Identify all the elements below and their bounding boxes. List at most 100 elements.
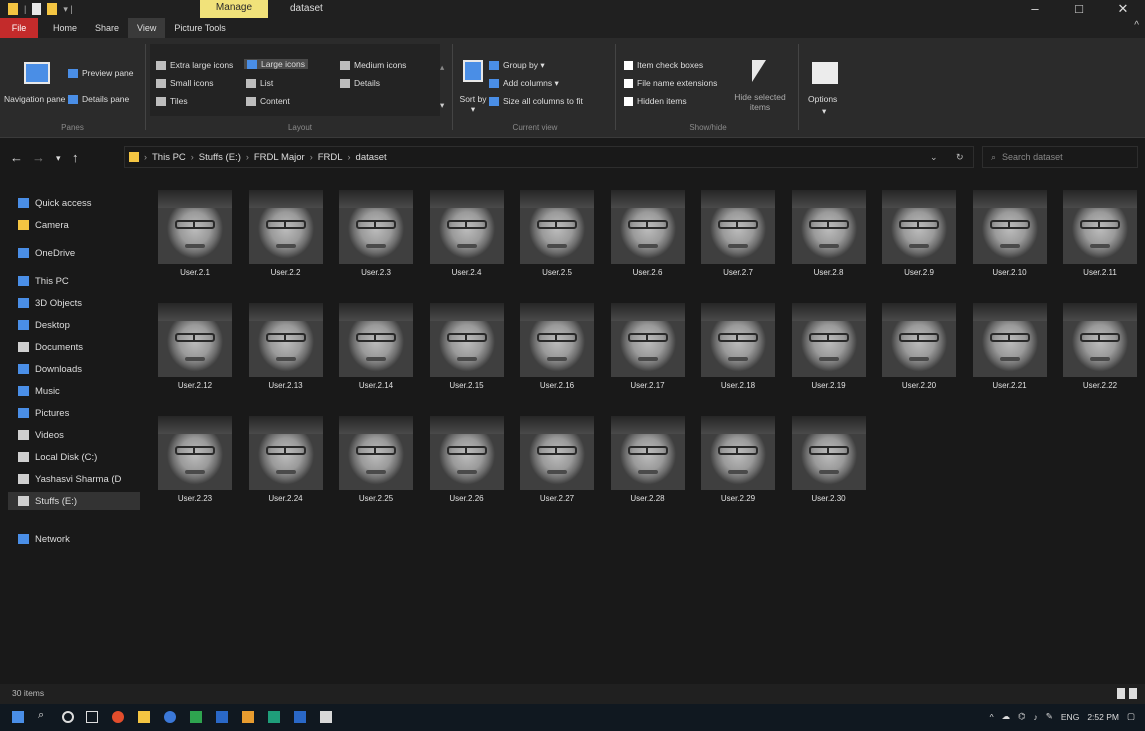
item-checkboxes-toggle[interactable]: Item check boxes <box>624 60 703 70</box>
close-button[interactable]: ✕ <box>1101 0 1145 18</box>
file-item[interactable]: User.2.9 <box>878 184 960 296</box>
task-view-icon[interactable] <box>86 711 98 723</box>
add-columns-button[interactable]: Add columns ▾ <box>489 78 559 89</box>
file-item[interactable]: User.2.22 <box>1059 297 1141 409</box>
file-item[interactable]: User.2.19 <box>788 297 870 409</box>
file-item[interactable]: User.2.11 <box>1059 184 1141 296</box>
up-arrow-icon[interactable]: ↑ <box>72 150 79 165</box>
details-view-icon[interactable] <box>1117 688 1125 699</box>
file-item[interactable]: User.2.6 <box>607 184 689 296</box>
group-by-button[interactable]: Group by ▾ <box>489 60 545 71</box>
details-option[interactable]: Details <box>340 78 380 88</box>
file-item[interactable]: User.2.30 <box>788 410 870 522</box>
breadcrumb-frdl-major[interactable]: FRDL Major <box>254 152 305 163</box>
options-icon[interactable] <box>812 62 838 84</box>
tab-file[interactable]: File <box>0 18 38 38</box>
file-item[interactable]: User.2.3 <box>335 184 417 296</box>
recent-locations-icon[interactable]: ▾ <box>56 153 61 164</box>
chevron-up-icon[interactable]: ^ <box>1134 20 1139 31</box>
navigation-pane-button[interactable]: Navigation pane ▾ <box>0 94 76 105</box>
hide-selected-button[interactable]: Hide selected items <box>730 92 790 112</box>
refresh-icon[interactable]: ↻ <box>956 152 964 163</box>
nav-item[interactable]: Stuffs (E:) <box>8 492 140 510</box>
file-item[interactable]: User.2.23 <box>154 410 236 522</box>
file-item[interactable]: User.2.18 <box>697 297 779 409</box>
file-item[interactable]: User.2.4 <box>426 184 508 296</box>
new-folder-icon[interactable] <box>47 3 58 15</box>
file-item[interactable]: User.2.10 <box>969 184 1051 296</box>
hidden-items-toggle[interactable]: Hidden items <box>624 96 687 106</box>
app-icon[interactable] <box>268 711 280 723</box>
search-input[interactable]: ⌕ Search dataset <box>982 146 1138 168</box>
breadcrumb-frdl[interactable]: FRDL <box>318 152 343 163</box>
back-arrow-icon[interactable]: ← <box>10 150 23 165</box>
file-item[interactable]: User.2.27 <box>516 410 598 522</box>
edge-icon[interactable] <box>164 711 176 723</box>
onedrive-icon[interactable]: ☁ <box>1002 711 1011 722</box>
nav-item[interactable]: This PC <box>18 272 138 290</box>
size-columns-button[interactable]: Size all columns to fit <box>489 96 583 106</box>
more-layouts-icon[interactable]: ▾ <box>440 100 444 111</box>
nav-item[interactable]: Pictures <box>18 404 138 422</box>
volume-icon[interactable]: ♪ <box>1034 712 1038 722</box>
maximize-button[interactable]: □ <box>1057 0 1101 18</box>
tab-share[interactable]: Share <box>86 18 128 38</box>
file-item[interactable]: User.2.12 <box>154 297 236 409</box>
small-icons-option[interactable]: Small icons <box>156 78 213 88</box>
nav-item[interactable]: Desktop <box>18 316 138 334</box>
sort-by-icon[interactable] <box>463 60 483 82</box>
properties-icon[interactable] <box>32 3 42 15</box>
nav-item[interactable]: Documents <box>18 338 138 356</box>
tab-picture-tools[interactable]: Picture Tools <box>165 18 234 38</box>
breadcrumb-dataset[interactable]: dataset <box>356 152 387 163</box>
address-bar[interactable]: › This PC › Stuffs (E:) › FRDL Major › F… <box>124 146 974 168</box>
file-item[interactable]: User.2.1 <box>154 184 236 296</box>
content-option[interactable]: Content <box>246 96 290 106</box>
medium-icons-option[interactable]: Medium icons <box>340 60 406 70</box>
language-indicator[interactable]: ENG <box>1061 712 1079 722</box>
file-item[interactable]: User.2.25 <box>335 410 417 522</box>
details-pane-button[interactable]: Details pane <box>68 94 129 104</box>
nav-item[interactable]: Quick access <box>18 194 138 212</box>
notifications-icon[interactable]: ▢ <box>1127 711 1135 722</box>
file-extensions-toggle[interactable]: File name extensions <box>624 78 717 88</box>
nav-item[interactable]: OneDrive <box>18 244 138 262</box>
large-icons-option[interactable]: Large icons <box>244 59 308 69</box>
app-icon[interactable] <box>320 711 332 723</box>
file-item[interactable]: User.2.20 <box>878 297 960 409</box>
file-item[interactable]: User.2.29 <box>697 410 779 522</box>
file-item[interactable]: User.2.14 <box>335 297 417 409</box>
forward-arrow-icon[interactable]: → <box>32 150 45 165</box>
file-item[interactable]: User.2.24 <box>245 410 327 522</box>
app-icon[interactable] <box>190 711 202 723</box>
cortana-icon[interactable] <box>62 711 74 723</box>
file-item[interactable]: User.2.13 <box>245 297 327 409</box>
scroll-up-icon[interactable]: ▴ <box>440 62 444 73</box>
breadcrumb-this-pc[interactable]: This PC <box>152 152 186 163</box>
file-item[interactable]: User.2.21 <box>969 297 1051 409</box>
file-item[interactable]: User.2.7 <box>697 184 779 296</box>
file-item[interactable]: User.2.2 <box>245 184 327 296</box>
list-option[interactable]: List <box>246 78 273 88</box>
hide-selected-icon[interactable] <box>752 60 766 82</box>
options-dropdown-icon[interactable]: ▾ <box>822 106 826 117</box>
nav-item[interactable]: Music <box>18 382 138 400</box>
tab-view[interactable]: View <box>128 18 166 38</box>
extra-large-icons-option[interactable]: Extra large icons <box>156 60 233 70</box>
navigation-pane-icon[interactable] <box>24 62 50 84</box>
app-icon[interactable] <box>242 711 254 723</box>
file-item[interactable]: User.2.16 <box>516 297 598 409</box>
tab-home[interactable]: Home <box>44 18 86 38</box>
file-item[interactable]: User.2.8 <box>788 184 870 296</box>
manage-tab[interactable]: Manage <box>200 0 268 18</box>
nav-item[interactable]: Yashasvi Sharma (D <box>18 470 138 488</box>
options-button[interactable]: Options <box>808 94 837 104</box>
address-dropdown-icon[interactable]: ⌄ <box>930 152 938 163</box>
nav-item[interactable]: Videos <box>18 426 138 444</box>
search-icon[interactable]: ⌕ <box>38 709 50 721</box>
file-item[interactable]: User.2.28 <box>607 410 689 522</box>
file-item[interactable]: User.2.17 <box>607 297 689 409</box>
customize-qat-icon[interactable]: ▾ | <box>63 4 72 15</box>
nav-item[interactable]: 3D Objects <box>18 294 138 312</box>
nav-item[interactable]: Camera <box>18 216 138 234</box>
